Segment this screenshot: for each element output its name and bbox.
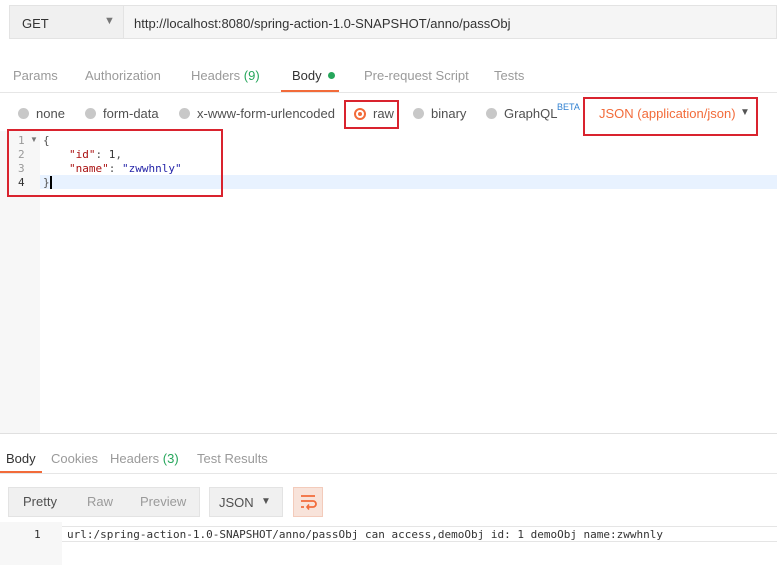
radio-raw-label: raw — [373, 106, 394, 121]
tab-authorization[interactable]: Authorization — [85, 68, 161, 83]
view-raw-button[interactable]: Raw — [87, 494, 113, 509]
tab-headers-count: (9) — [243, 68, 260, 83]
view-pretty-button[interactable]: Pretty — [23, 494, 57, 509]
chevron-down-icon[interactable]: ▼ — [740, 107, 750, 118]
modified-dot-icon — [327, 72, 335, 80]
response-line-number: 1 — [34, 528, 41, 541]
url-text: http://localhost:8080/spring-action-1.0-… — [134, 16, 511, 31]
radio-icon — [85, 108, 96, 120]
radio-graphql[interactable]: GraphQL — [486, 106, 557, 121]
json-body-highlight-box — [7, 129, 223, 197]
chevron-down-icon: ▼ — [104, 15, 115, 27]
response-format-label: JSON — [219, 495, 254, 510]
radio-graphql-label: GraphQL — [504, 106, 558, 121]
wrap-lines-icon — [301, 495, 317, 510]
response-divider[interactable] — [0, 433, 777, 434]
tab-params[interactable]: Params — [13, 68, 58, 83]
response-tab-body[interactable]: Body — [6, 451, 36, 466]
response-format-select[interactable]: JSON ▼ — [209, 487, 283, 517]
tab-body-label: Body — [292, 68, 322, 83]
content-type-select[interactable]: JSON (application/json) — [599, 106, 736, 121]
tab-tests[interactable]: Tests — [494, 68, 524, 83]
chevron-down-icon: ▼ — [261, 496, 271, 507]
url-input[interactable]: http://localhost:8080/spring-action-1.0-… — [124, 5, 777, 39]
tab-prerequest-script[interactable]: Pre-request Script — [364, 68, 469, 83]
radio-selected-icon — [354, 107, 366, 120]
radio-binary[interactable]: binary — [413, 106, 466, 121]
radio-form-data[interactable]: form-data — [85, 106, 159, 121]
response-tabs-divider — [0, 473, 777, 474]
method-label: GET — [22, 16, 49, 31]
active-response-tab-indicator — [0, 471, 42, 473]
tab-body[interactable]: Body — [292, 68, 335, 83]
radio-none-label: none — [36, 106, 65, 121]
radio-form-data-label: form-data — [103, 106, 159, 121]
active-tab-indicator — [281, 90, 339, 92]
response-tab-headers-label: Headers — [110, 451, 160, 466]
radio-icon — [413, 108, 424, 120]
method-select[interactable]: GET ▼ — [9, 5, 124, 39]
response-tab-headers-count: (3) — [162, 451, 179, 466]
tabs-divider — [0, 92, 777, 93]
radio-urlencoded-label: x-www-form-urlencoded — [197, 106, 335, 121]
radio-icon — [179, 108, 190, 120]
radio-binary-label: binary — [431, 106, 467, 121]
tab-headers[interactable]: Headers (9) — [191, 68, 260, 83]
response-tab-cookies[interactable]: Cookies — [51, 451, 98, 466]
radio-none[interactable]: none — [18, 106, 65, 121]
response-gutter — [0, 522, 62, 565]
radio-icon — [486, 108, 497, 120]
view-preview-button[interactable]: Preview — [140, 494, 186, 509]
response-tab-headers[interactable]: Headers (3) — [110, 451, 179, 466]
wrap-lines-button[interactable] — [293, 487, 323, 517]
radio-icon — [18, 108, 29, 120]
radio-urlencoded[interactable]: x-www-form-urlencoded — [179, 106, 335, 121]
beta-badge: BETA — [557, 102, 580, 112]
response-tab-test-results[interactable]: Test Results — [197, 451, 268, 466]
tab-headers-label: Headers — [191, 68, 241, 83]
radio-raw[interactable]: raw — [354, 106, 394, 121]
response-body-text[interactable]: url:/spring-action-1.0-SNAPSHOT/anno/pas… — [67, 528, 663, 541]
